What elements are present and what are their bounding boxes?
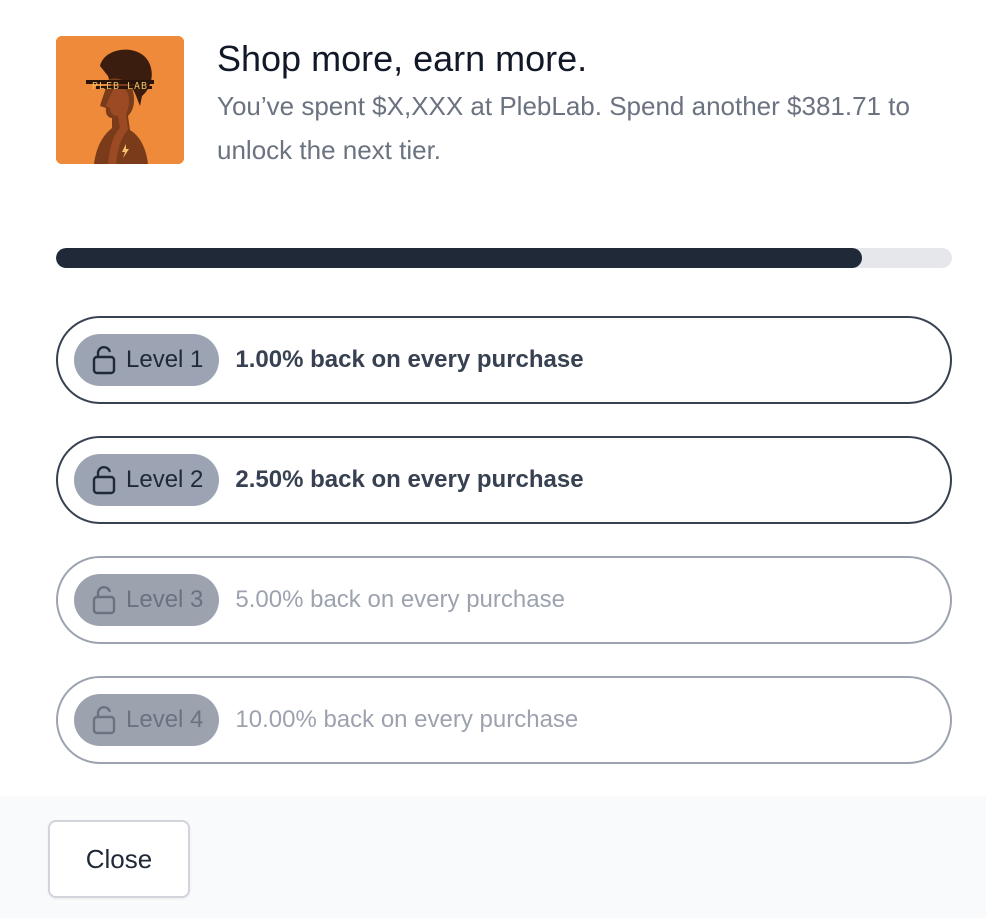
tier-level-label: Level 2	[126, 466, 204, 493]
tier-progress-fill	[56, 248, 863, 268]
tier-badge: Level 1	[74, 334, 220, 386]
lock-icon	[92, 585, 116, 615]
tier-level-label: Level 3	[126, 586, 204, 613]
tier-level-3: Level 3 5.00% back on every purchase	[56, 556, 952, 644]
page-subtitle: You’ve spent $X,XXX at PlebLab. Spend an…	[217, 91, 910, 165]
tier-description: 1.00% back on every purchase	[235, 346, 584, 373]
lock-open-icon	[92, 465, 116, 495]
modal-footer: Close	[0, 796, 986, 918]
page-title: Shop more, earn more.	[217, 38, 588, 79]
close-button[interactable]: Close	[48, 820, 190, 898]
tier-badge: Level 2	[74, 454, 220, 506]
tier-level-label: Level 1	[126, 346, 204, 373]
lock-open-icon	[92, 345, 116, 375]
pleblab-artist-logo-icon: PLEB LAB	[56, 36, 184, 164]
tier-badge: Level 4	[74, 694, 220, 746]
tier-level-1: Level 1 1.00% back on every purchase	[56, 316, 952, 404]
tier-description: 10.00% back on every purchase	[235, 706, 579, 733]
tier-level-label: Level 4	[126, 706, 204, 733]
tier-level-2: Level 2 2.50% back on every purchase	[56, 436, 952, 524]
tier-progress-bar	[56, 248, 952, 268]
tier-description: 5.00% back on every purchase	[235, 586, 565, 613]
rewards-header: PLEB LAB Shop more, earn more. You’ve sp…	[56, 36, 956, 176]
tier-list: Level 1 1.00% back on every purchase Lev…	[56, 316, 952, 796]
pleblab-logo: PLEB LAB	[56, 36, 184, 164]
tier-badge: Level 3	[74, 574, 220, 626]
tier-level-4: Level 4 10.00% back on every purchase	[56, 676, 952, 764]
lock-icon	[92, 705, 116, 735]
tier-description: 2.50% back on every purchase	[235, 466, 584, 493]
logo-text: PLEB LAB	[92, 81, 148, 92]
